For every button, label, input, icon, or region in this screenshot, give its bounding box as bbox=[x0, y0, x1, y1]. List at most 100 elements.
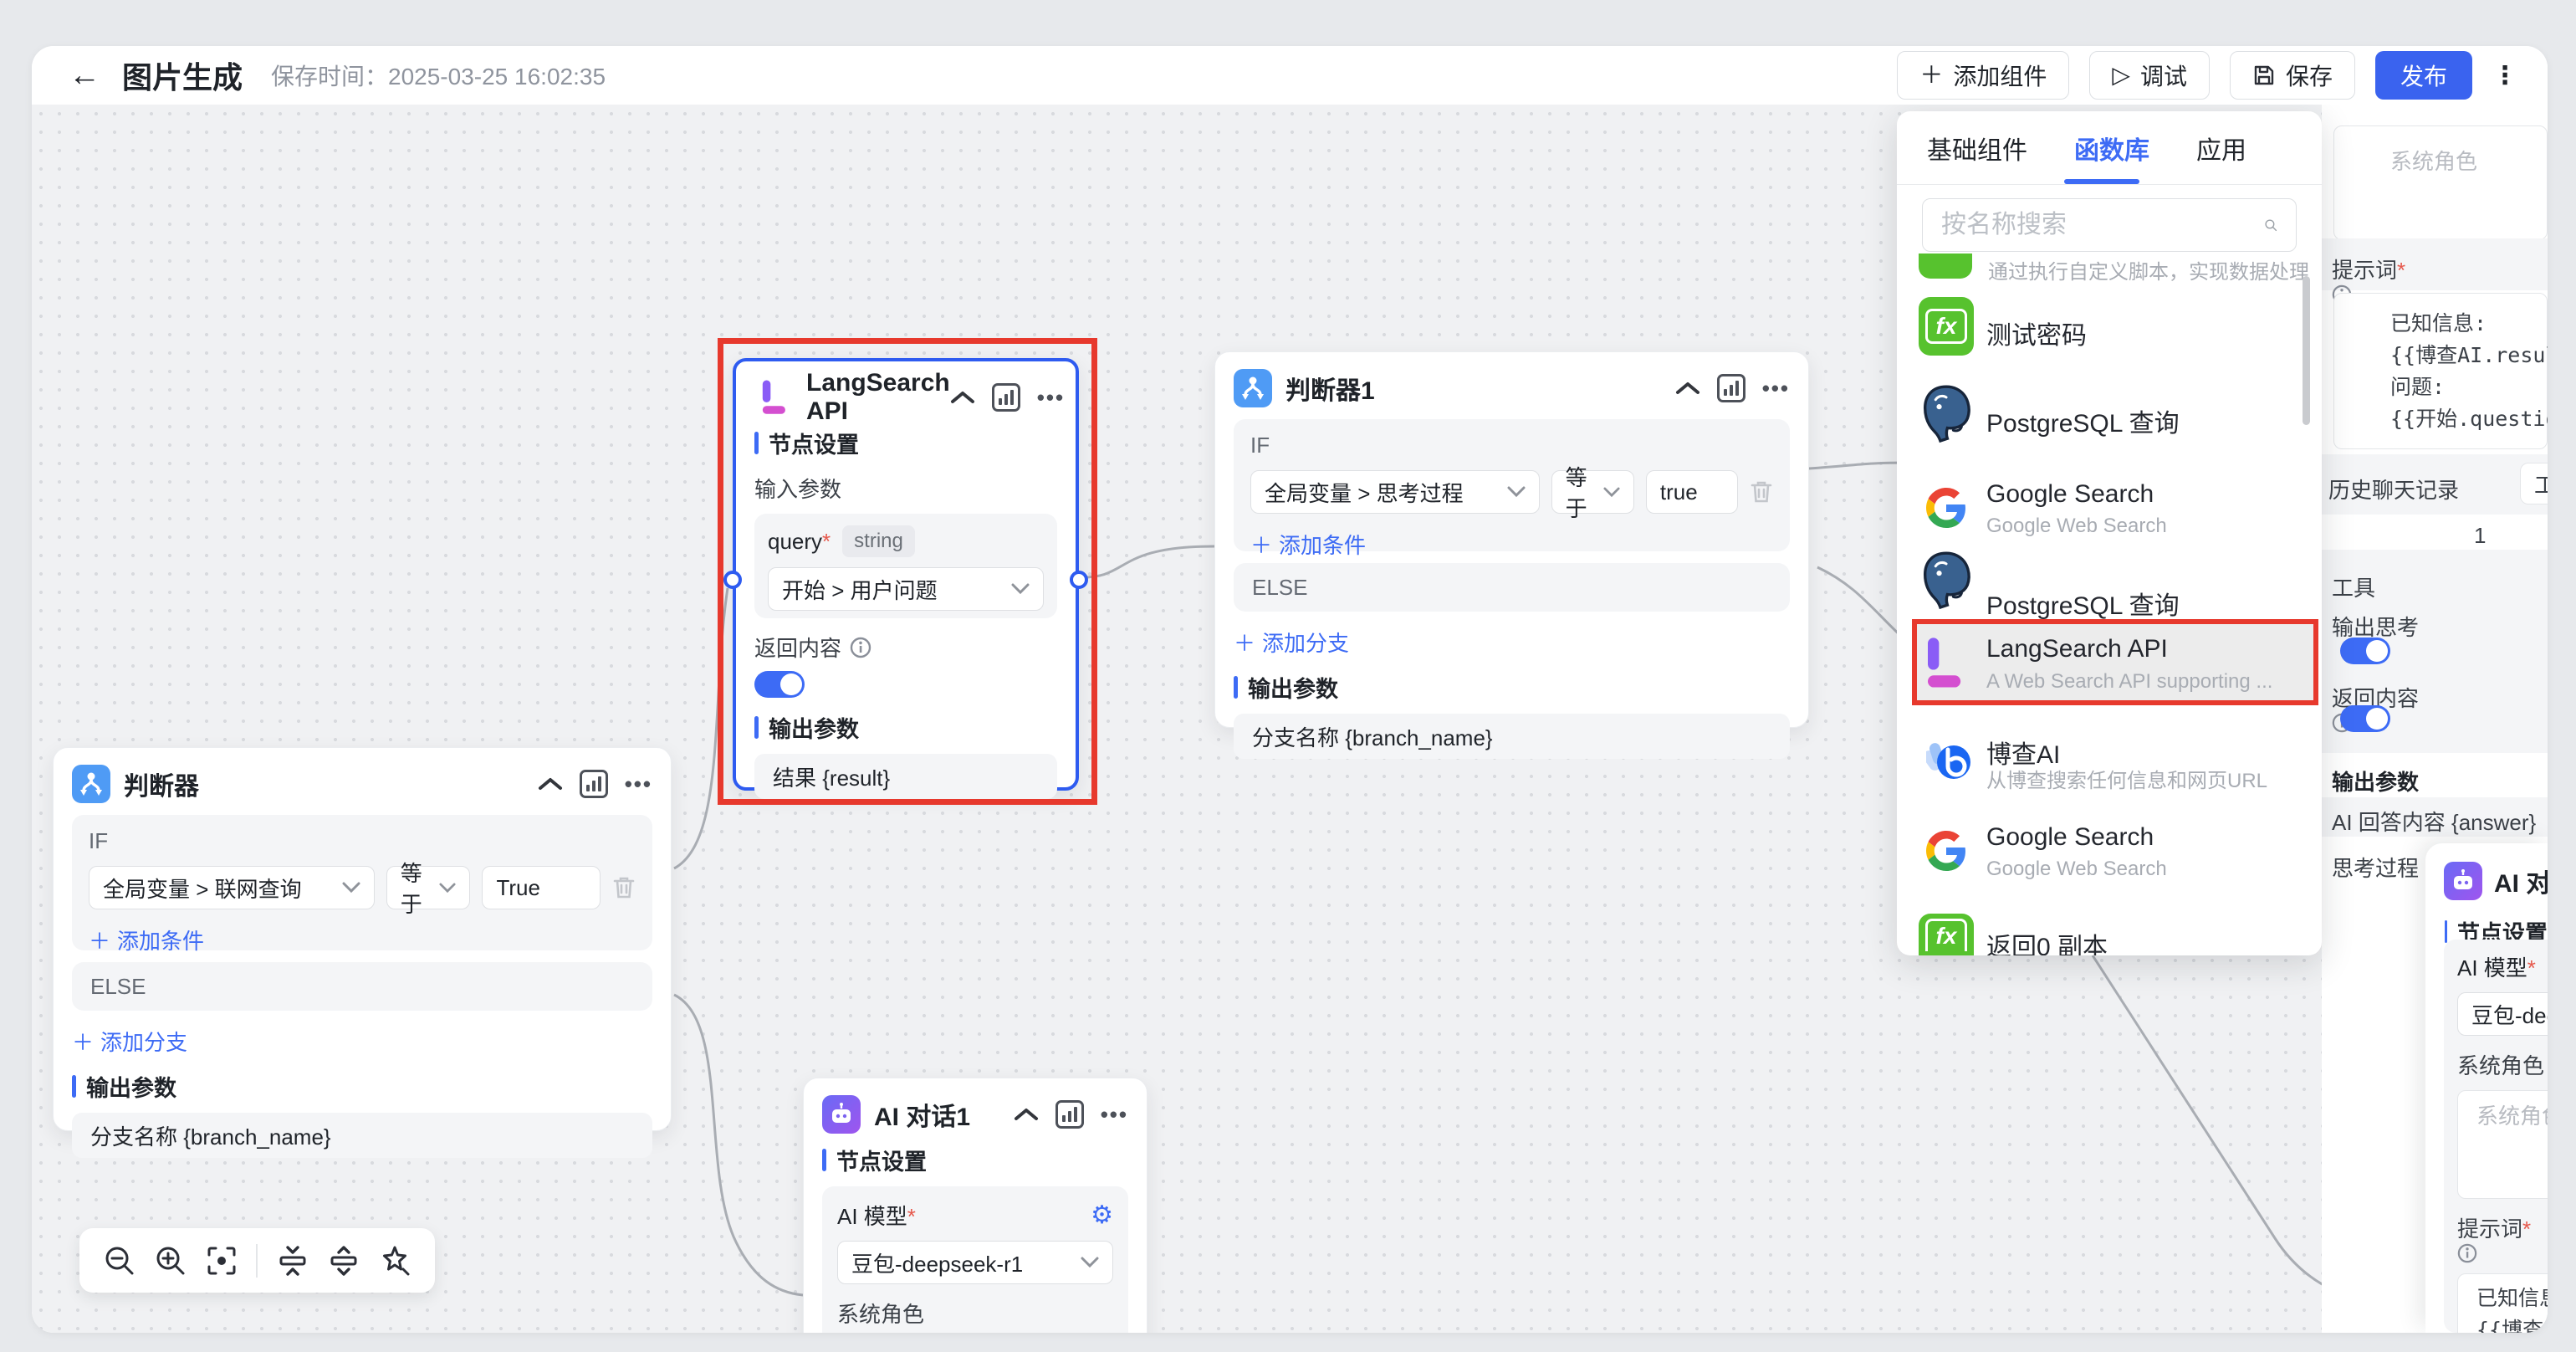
model-label: AI 模型* bbox=[837, 1200, 916, 1231]
workflow-title: 图片生成 bbox=[122, 54, 243, 97]
tab-function-library[interactable]: 函数库 bbox=[2074, 130, 2149, 166]
library-search-box[interactable] bbox=[1922, 198, 2297, 252]
output-params-header: 输出参数 bbox=[1248, 671, 1338, 704]
condition-operator-select[interactable]: 等于 bbox=[1551, 470, 1634, 514]
node-title: 判断器 bbox=[124, 766, 199, 802]
fit-view-icon[interactable] bbox=[205, 1244, 238, 1278]
app-window: 判断器 ••• IF 全局变量 > 联网查询 等于 True bbox=[32, 46, 2548, 1333]
search-input[interactable] bbox=[1941, 211, 2264, 239]
condition-variable-select[interactable]: 全局变量 > 联网查询 bbox=[89, 866, 375, 909]
node-judge1[interactable]: 判断器1 ••• IF 全局变量 > 思考过程 等于 true bbox=[1214, 351, 1809, 728]
more-options-icon[interactable]: ⋮ bbox=[2492, 61, 2517, 90]
list-item-subtitle[interactable]: Google Web Search bbox=[1986, 858, 2167, 881]
more-menu-icon[interactable]: ••• bbox=[625, 779, 652, 790]
return-content-toggle[interactable] bbox=[754, 671, 805, 698]
back-arrow-icon[interactable]: ← bbox=[69, 59, 100, 91]
delete-condition-icon[interactable] bbox=[612, 875, 636, 900]
list-item-subtitle[interactable]: 从博查搜索任何信息和网页URL bbox=[1986, 764, 2267, 793]
list-item-title[interactable]: 测试密码 bbox=[1986, 315, 2087, 351]
tab-apps[interactable]: 应用 bbox=[2196, 130, 2246, 166]
node-chat2[interactable]: AI 对话2 节点设置 AI 模型* 豆包-deep 系统角色 系统角色 提示词… bbox=[2425, 843, 2548, 1333]
history-label: 历史聊天记录 bbox=[2328, 474, 2459, 504]
model-select[interactable]: 豆包-deepseek-r1 bbox=[837, 1241, 1113, 1284]
publish-button[interactable]: 发布 bbox=[2375, 51, 2472, 100]
google-icon[interactable] bbox=[1926, 831, 1966, 871]
branch-node-icon bbox=[72, 765, 110, 803]
system-role-textarea[interactable] bbox=[2333, 125, 2548, 240]
fx-icon[interactable]: fx bbox=[1919, 297, 1974, 356]
node-langsearch[interactable]: LangSearch API ••• 节点设置 输入参数 query* stri… bbox=[733, 358, 1079, 791]
run-all-icon[interactable] bbox=[1055, 1100, 1084, 1129]
history-value[interactable]: 1 bbox=[2474, 523, 2486, 549]
list-item-title[interactable]: 返回0 副本 bbox=[1986, 926, 2108, 955]
node-judge[interactable]: 判断器 ••• IF 全局变量 > 联网查询 等于 True bbox=[53, 747, 672, 1131]
system-role-label: 系统角色 bbox=[837, 1298, 1113, 1329]
model-label: AI 模型* bbox=[2457, 955, 2536, 981]
list-item-subtitle[interactable]: 通过执行自定义脚本，实现数据处理 bbox=[1988, 255, 2309, 284]
prompt-textarea[interactable]: 已知信息: {{博查AI 问题: {{开始 bbox=[2457, 1273, 2548, 1333]
condition-operator-select[interactable]: 等于 bbox=[386, 866, 471, 909]
output-param-item: 分支名称 {branch_name} bbox=[72, 1113, 652, 1158]
delete-condition-icon[interactable] bbox=[1750, 479, 1773, 504]
save-button[interactable]: 保存 bbox=[2230, 51, 2355, 100]
output-port[interactable] bbox=[1070, 571, 1088, 589]
run-all-icon[interactable] bbox=[992, 383, 1020, 412]
param-type-tag: string bbox=[842, 525, 915, 557]
model-settings-gear-icon[interactable]: ⚙ bbox=[1091, 1203, 1113, 1228]
tab-basic-components[interactable]: 基础组件 bbox=[1927, 130, 2027, 166]
fx-icon[interactable]: fx bbox=[1919, 914, 1974, 955]
add-branch-link[interactable]: ＋添加分支 bbox=[1234, 627, 1349, 658]
zoom-in-icon[interactable] bbox=[154, 1244, 187, 1278]
run-all-icon[interactable] bbox=[1717, 374, 1745, 402]
collapse-icon[interactable] bbox=[950, 390, 975, 405]
postgresql-icon[interactable] bbox=[1918, 550, 1975, 613]
library-scrollbar[interactable] bbox=[2303, 276, 2310, 425]
more-menu-icon[interactable]: ••• bbox=[1101, 1109, 1128, 1120]
postgresql-icon[interactable] bbox=[1918, 383, 1975, 447]
output-param-item: 分支名称 {branch_name} bbox=[1234, 714, 1790, 759]
zoom-out-icon[interactable] bbox=[103, 1244, 136, 1278]
node-chat1[interactable]: AI 对话1 ••• 节点设置 AI 模型* ⚙ 豆包-deepseek-r1 … bbox=[803, 1078, 1147, 1333]
more-menu-icon[interactable]: ••• bbox=[1037, 392, 1065, 403]
node-title: AI 对话1 bbox=[874, 1096, 970, 1133]
add-component-button[interactable]: ＋添加组件 bbox=[1897, 51, 2069, 100]
bocha-ai-icon[interactable] bbox=[1926, 735, 1971, 787]
list-item-title[interactable]: Google Search bbox=[1986, 480, 2154, 509]
condition-variable-select[interactable]: 全局变量 > 思考过程 bbox=[1250, 470, 1540, 514]
condition-value-input[interactable]: True bbox=[482, 866, 601, 909]
debug-button[interactable]: ▷调试 bbox=[2089, 51, 2210, 100]
collapse-icon[interactable] bbox=[1675, 381, 1700, 396]
add-branch-link[interactable]: ＋添加分支 bbox=[72, 1026, 187, 1057]
list-item-title[interactable]: Google Search bbox=[1986, 823, 2154, 852]
google-icon[interactable] bbox=[1926, 488, 1966, 528]
run-all-icon[interactable] bbox=[580, 770, 608, 798]
langsearch-node-icon bbox=[754, 378, 793, 417]
system-role-textarea[interactable]: 系统角色 bbox=[2457, 1090, 2548, 1199]
play-icon: ▷ bbox=[2112, 64, 2130, 87]
think-output-toggle[interactable] bbox=[2340, 638, 2390, 664]
condition-value-input[interactable]: true bbox=[1646, 470, 1738, 514]
output-params-header: 输出参数 bbox=[2332, 766, 2419, 796]
if-label: IF bbox=[89, 828, 636, 854]
list-item-title[interactable]: PostgreSQL 查询 bbox=[1986, 402, 2180, 439]
history-mode-button[interactable]: 工 bbox=[2520, 463, 2548, 504]
library-tabs: 基础组件 函数库 应用 bbox=[1897, 111, 2322, 185]
ai-chat-node-icon bbox=[2444, 862, 2482, 900]
list-item-subtitle[interactable]: Google Web Search bbox=[1986, 515, 2167, 538]
add-condition-link[interactable]: ＋添加条件 bbox=[89, 924, 204, 955]
input-port[interactable] bbox=[723, 571, 742, 589]
param-value-select[interactable]: 开始 > 用户问题 bbox=[768, 567, 1044, 611]
return-content-toggle[interactable] bbox=[2340, 705, 2390, 732]
list-item-title[interactable]: PostgreSQL 查询 bbox=[1986, 585, 2180, 622]
collapse-icon[interactable] bbox=[538, 776, 563, 791]
answer-output-item: AI 回答内容 {answer} bbox=[2332, 806, 2536, 837]
more-menu-icon[interactable]: ••• bbox=[1762, 383, 1790, 394]
magic-beautify-icon[interactable] bbox=[378, 1244, 411, 1278]
collapse-icon[interactable] bbox=[1014, 1107, 1039, 1122]
output-params-header: 输出参数 bbox=[769, 711, 859, 744]
active-tab-underline bbox=[2064, 179, 2139, 184]
expand-nodes-icon[interactable] bbox=[327, 1244, 360, 1278]
collapse-nodes-icon[interactable] bbox=[276, 1244, 309, 1278]
add-condition-link[interactable]: ＋添加条件 bbox=[1250, 529, 1366, 560]
model-select[interactable]: 豆包-deep bbox=[2457, 992, 2548, 1036]
